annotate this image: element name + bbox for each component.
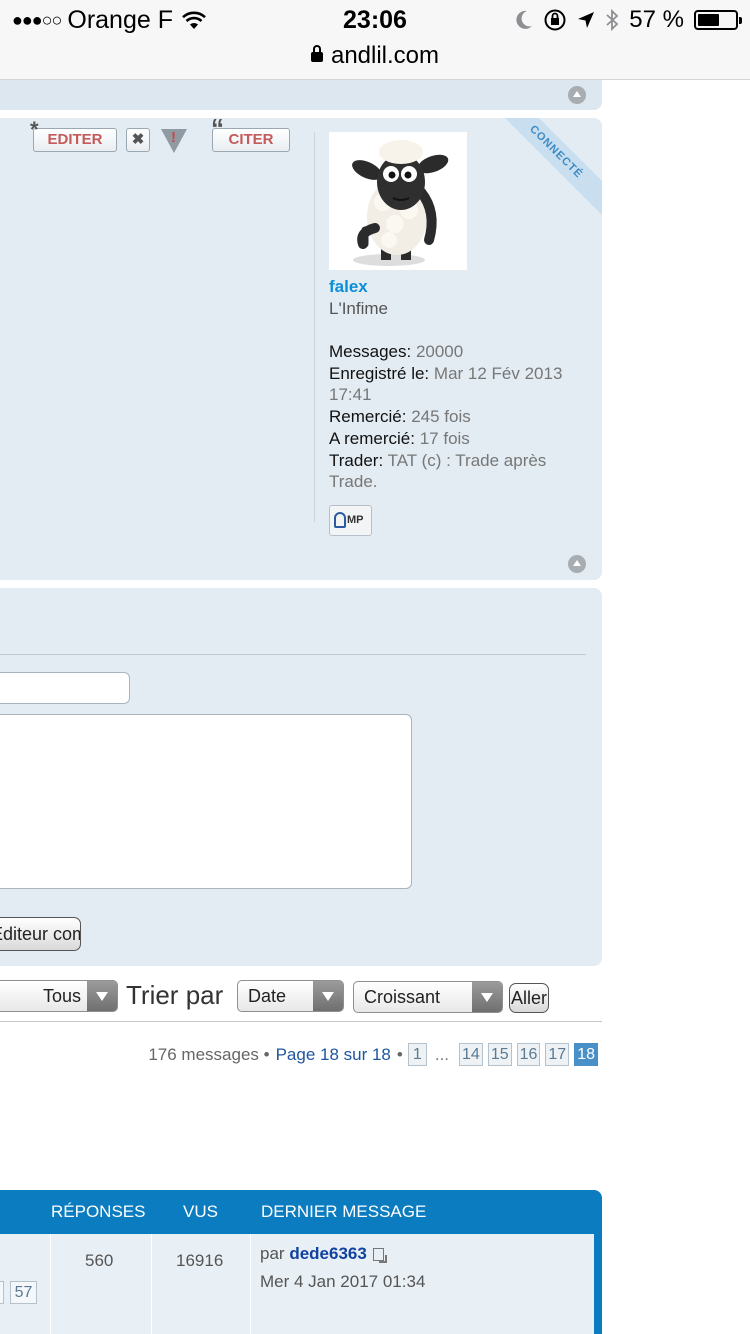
avatar[interactable] bbox=[329, 132, 467, 270]
period-select-value: Tous bbox=[42, 986, 81, 1006]
topics-table-body: 560 16916 par dede6363 Mer 4 Jan 2017 01… bbox=[0, 1234, 602, 1334]
quick-reply-divider bbox=[0, 654, 586, 655]
sort-field-value: Date bbox=[248, 986, 287, 1006]
go-button[interactable]: Aller bbox=[509, 983, 549, 1013]
stat-label: Enregistré le: bbox=[329, 363, 430, 383]
private-message-button[interactable]: MP bbox=[329, 505, 372, 536]
report-icon[interactable] bbox=[161, 129, 187, 153]
user-rank: L'Infime bbox=[329, 299, 388, 318]
battery-percent: 57 % bbox=[629, 6, 684, 33]
stat-value: 17 fois bbox=[419, 428, 470, 448]
page-link-16[interactable]: 16 bbox=[516, 1043, 541, 1066]
dropdown-arrow-icon bbox=[472, 982, 502, 1012]
sheep-avatar-image bbox=[329, 132, 467, 270]
online-badge: CONNECTÉ bbox=[490, 118, 602, 218]
back-to-top-icon[interactable] bbox=[568, 555, 586, 573]
sort-field-select[interactable]: Date bbox=[237, 980, 344, 1012]
topics-table-header: RÉPONSES VUS DERNIER MESSAGE bbox=[0, 1190, 602, 1234]
header-replies: RÉPONSES bbox=[51, 1202, 146, 1221]
dropdown-arrow-icon bbox=[87, 981, 117, 1011]
quote-button-label: CITER bbox=[228, 131, 274, 148]
full-editor-button[interactable]: Éditeur complet bbox=[0, 917, 81, 951]
edit-button-label: EDITER bbox=[47, 131, 103, 148]
views-count: 16916 bbox=[176, 1251, 224, 1270]
by-prefix: par bbox=[260, 1244, 285, 1263]
stat-has-thanked: A remercié: 17 fois bbox=[329, 428, 591, 450]
pm-label: MP bbox=[347, 514, 364, 526]
page-link-1[interactable]: 1 bbox=[407, 1043, 427, 1066]
sort-divider bbox=[0, 1021, 602, 1022]
stat-label: Messages: bbox=[329, 342, 412, 361]
period-select[interactable]: Tous bbox=[0, 980, 118, 1012]
username-link[interactable]: falex bbox=[329, 277, 368, 297]
status-icons: 57 % bbox=[515, 6, 742, 34]
last-post-date: Mer 4 Jan 2017 01:34 bbox=[260, 1272, 426, 1291]
back-to-top-icon[interactable] bbox=[568, 86, 586, 104]
location-arrow-icon bbox=[578, 12, 595, 28]
stat-label: Remercié: bbox=[329, 407, 407, 427]
previous-post-footer bbox=[0, 80, 602, 110]
view-latest-post-icon[interactable] bbox=[372, 1248, 387, 1264]
forum-post: * EDITER ✖ “ CITER CONNECTÉ f bbox=[0, 118, 602, 580]
battery-fill bbox=[698, 14, 719, 26]
header-last-post: DERNIER MESSAGE bbox=[261, 1202, 427, 1221]
quote-mark-icon: “ bbox=[211, 118, 224, 143]
asterisk-icon: * bbox=[30, 118, 39, 142]
page-of-link[interactable]: Page 18 sur 18 bbox=[276, 1045, 391, 1065]
stat-registered: Enregistré le: Mar 12 Fév 2013 17:41 bbox=[329, 363, 591, 406]
sort-order-value: Croissant bbox=[364, 987, 441, 1007]
ios-status-bar: ●●●○○ Orange F 23:06 57 % bbox=[0, 0, 750, 40]
dropdown-arrow-icon bbox=[313, 981, 343, 1011]
stat-thanked: Remercié: 245 fois bbox=[329, 406, 591, 428]
topic-page-link-partial[interactable] bbox=[0, 1281, 4, 1304]
stat-messages: Messages: 20000 bbox=[329, 341, 591, 363]
stat-label: A remercié: bbox=[329, 428, 415, 448]
last-post-author-line: par dede6363 bbox=[260, 1244, 387, 1264]
header-views: VUS bbox=[183, 1202, 218, 1221]
column-divider bbox=[151, 1234, 152, 1334]
do-not-disturb-moon-icon bbox=[516, 10, 533, 29]
user-icon bbox=[334, 512, 346, 529]
pagination: 176 messages • Page 18 sur 18 • 1 ... 14… bbox=[148, 1043, 598, 1066]
rotation-lock-icon bbox=[544, 9, 566, 31]
browser-address-bar[interactable]: andlil.com bbox=[0, 40, 750, 80]
column-divider bbox=[50, 1234, 51, 1334]
message-count: 176 messages • bbox=[148, 1044, 270, 1064]
lock-icon bbox=[310, 45, 323, 62]
battery-icon bbox=[694, 10, 742, 30]
page-current-18: 18 bbox=[574, 1043, 598, 1066]
pagination-ellipsis: ... bbox=[434, 1044, 450, 1064]
message-textarea[interactable] bbox=[0, 714, 412, 889]
post-profile-divider bbox=[314, 132, 315, 522]
last-post-author-link[interactable]: dede6363 bbox=[289, 1244, 367, 1263]
subject-input[interactable] bbox=[0, 672, 130, 704]
stat-label: Trader: bbox=[329, 450, 384, 470]
delete-button[interactable]: ✖ bbox=[126, 128, 150, 152]
sort-by-label: Trier par bbox=[126, 980, 224, 1010]
pagination-bullet: • bbox=[396, 1044, 403, 1064]
stat-value: 245 fois bbox=[411, 407, 471, 427]
page-link-15[interactable]: 15 bbox=[487, 1043, 512, 1066]
user-stats: Messages: 20000 Enregistré le: Mar 12 Fé… bbox=[329, 341, 591, 493]
topic-page-link-57[interactable]: 57 bbox=[10, 1281, 37, 1304]
stat-trader: Trader: TAT (c) : Trade après Trade. bbox=[329, 450, 591, 493]
page-link-14[interactable]: 14 bbox=[459, 1043, 483, 1066]
page-link-17[interactable]: 17 bbox=[545, 1043, 570, 1066]
bluetooth-icon bbox=[606, 8, 619, 32]
table-row[interactable]: 560 16916 par dede6363 Mer 4 Jan 2017 01… bbox=[0, 1234, 594, 1334]
stat-value: 20000 bbox=[415, 342, 464, 361]
quote-button[interactable]: “ CITER bbox=[211, 118, 290, 152]
url-domain: andlil.com bbox=[330, 42, 440, 69]
edit-button[interactable]: * EDITER bbox=[30, 119, 117, 152]
column-divider bbox=[250, 1234, 251, 1334]
sort-order-select[interactable]: Croissant bbox=[353, 981, 503, 1013]
replies-count: 560 bbox=[85, 1251, 114, 1270]
quick-reply-panel: Éditeur complet bbox=[0, 588, 602, 966]
